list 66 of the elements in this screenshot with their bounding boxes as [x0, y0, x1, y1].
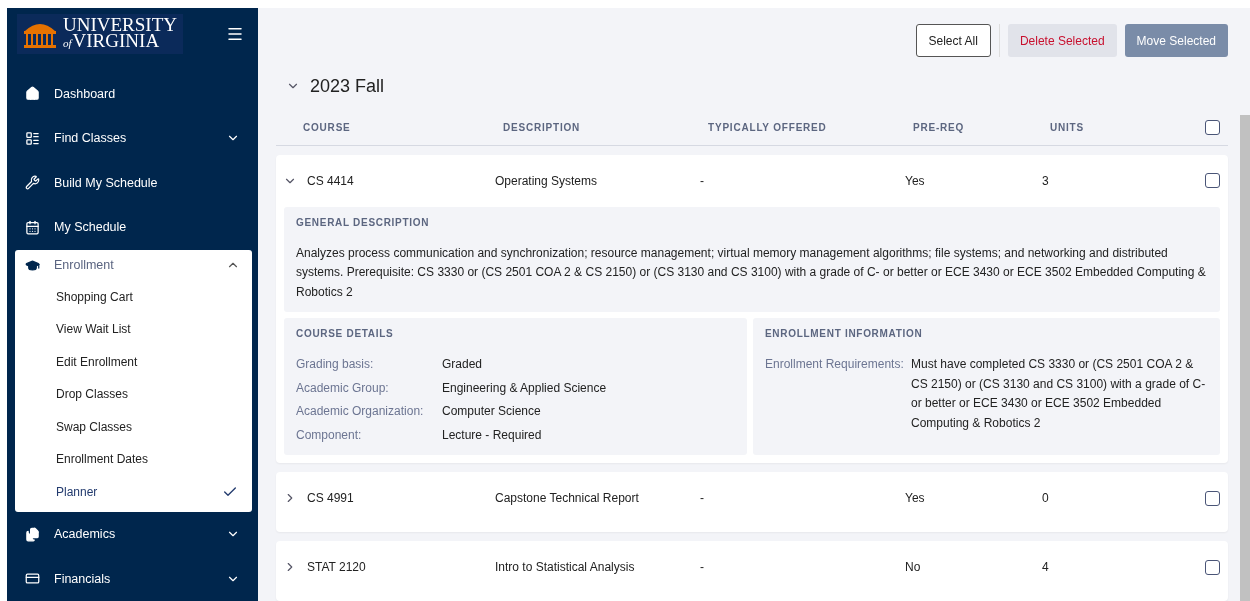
nav-item[interactable]: Dashboard — [15, 71, 252, 116]
term-title: 2023 Fall — [310, 75, 385, 97]
table-cell-text: Operating Systems — [495, 173, 599, 188]
nav-subitem[interactable]: Planner — [15, 475, 252, 508]
nav-subitem[interactable]: Enrollment Dates — [15, 443, 252, 476]
nav-subitem[interactable]: View Wait List — [15, 313, 252, 346]
column-header: DESCRIPTION — [503, 121, 582, 133]
table-cell-text: Intro to Statistical Analysis — [495, 560, 636, 574]
table-cell: STAT 2120 — [307, 560, 366, 574]
list-icon — [25, 130, 40, 146]
nav-item[interactable]: My Schedule — [15, 205, 252, 250]
column-header: UNITS — [1050, 121, 1085, 133]
field-label: Enrollment Requirements: — [765, 356, 905, 373]
section-title: GENERAL DESCRIPTION — [296, 216, 431, 228]
table-cell-text: - — [700, 491, 705, 505]
table-cell-text: Capstone Technical Report — [495, 491, 640, 505]
checkbox[interactable] — [1205, 490, 1220, 506]
field-value: Computer Science — [442, 403, 542, 420]
table-cell-text: 3 — [1042, 173, 1050, 188]
nav-subitem[interactable]: Shopping Cart — [15, 280, 252, 313]
calendar-icon — [25, 219, 40, 235]
column-header: PRE-REQ — [913, 121, 966, 133]
nav-item[interactable]: Academics — [15, 512, 252, 557]
field-value: Engineering & Applied Science — [442, 379, 608, 397]
table-cell-text: Yes — [905, 173, 926, 188]
section-title: ENROLLMENT INFORMATION — [765, 328, 924, 339]
select-all-button[interactable]: Select All — [915, 24, 991, 57]
table-cell-text: 0 — [1042, 491, 1050, 505]
logo-text: ofVIRGINIA — [63, 33, 160, 52]
nav-item[interactable]: Financials — [15, 556, 252, 601]
column-header: TYPICALLY OFFERED — [708, 121, 828, 133]
checkbox[interactable] — [1205, 559, 1220, 575]
university-logo[interactable]: UNIVERSITY ofVIRGINIA — [17, 14, 183, 55]
table-cell-text: 4 — [1042, 560, 1050, 574]
table-cell-text: - — [700, 560, 705, 574]
delete-selected-button[interactable]: Delete Selected — [1007, 24, 1117, 57]
field-value: Graded — [442, 356, 484, 373]
files-icon — [25, 526, 40, 542]
home-icon — [25, 86, 40, 102]
graduation-cap-icon — [25, 257, 40, 273]
table-cell-text: - — [700, 173, 705, 188]
nav-subitem[interactable]: Drop Classes — [15, 378, 252, 411]
credit-card-icon — [25, 571, 40, 587]
checkbox[interactable] — [1205, 119, 1220, 135]
field-value: Must have completed CS 3330 or (CS 2501 COA 2 & CS 2150) or (CS 3130 and CS 3100) with a grade of C- or better or ECE 3430 or ECE 3502 Embedded Computing & Robotics 2 — [911, 356, 1206, 432]
column-header: COURSE — [303, 121, 352, 133]
checkbox[interactable] — [1205, 173, 1220, 188]
table-cell-text: No — [905, 560, 922, 574]
scrollbar[interactable] — [1240, 115, 1250, 601]
table-cell: CS 4414 — [307, 173, 354, 188]
logo-text: UNIVERSITY — [63, 17, 177, 34]
field-label: Academic Group: — [296, 379, 390, 397]
field-label: Grading basis: — [296, 356, 375, 373]
field-label: Academic Organization: — [296, 403, 425, 420]
nav-subitem[interactable]: Edit Enrollment — [15, 345, 252, 378]
nav-subitem[interactable]: Swap Classes — [15, 410, 252, 443]
nav-item[interactable]: Enrollment — [15, 249, 252, 281]
table-cell-text: Yes — [905, 491, 926, 505]
nav-item[interactable]: Find Classes — [15, 116, 252, 161]
field-value: Lecture - Required — [442, 426, 543, 444]
nav-item[interactable]: Build My Schedule — [15, 160, 252, 205]
field-label: Component: — [296, 426, 363, 444]
wrench-icon — [25, 175, 40, 191]
table-cell: CS 4991 — [307, 491, 354, 505]
description-text: Analyzes process communication and synchronization; resource management; virtual memory management algorithms; file systems; and networking and distributed systems. Prerequisite: CS 3330 or (CS 2501 COA 2 & CS 2150) or (CS 3130 and CS 3100) with a grade of C- or better or ECE 3430 or ECE 3502 Embedded Computing & Robotics 2 — [296, 244, 1206, 301]
section-title: COURSE DETAILS — [296, 328, 395, 339]
